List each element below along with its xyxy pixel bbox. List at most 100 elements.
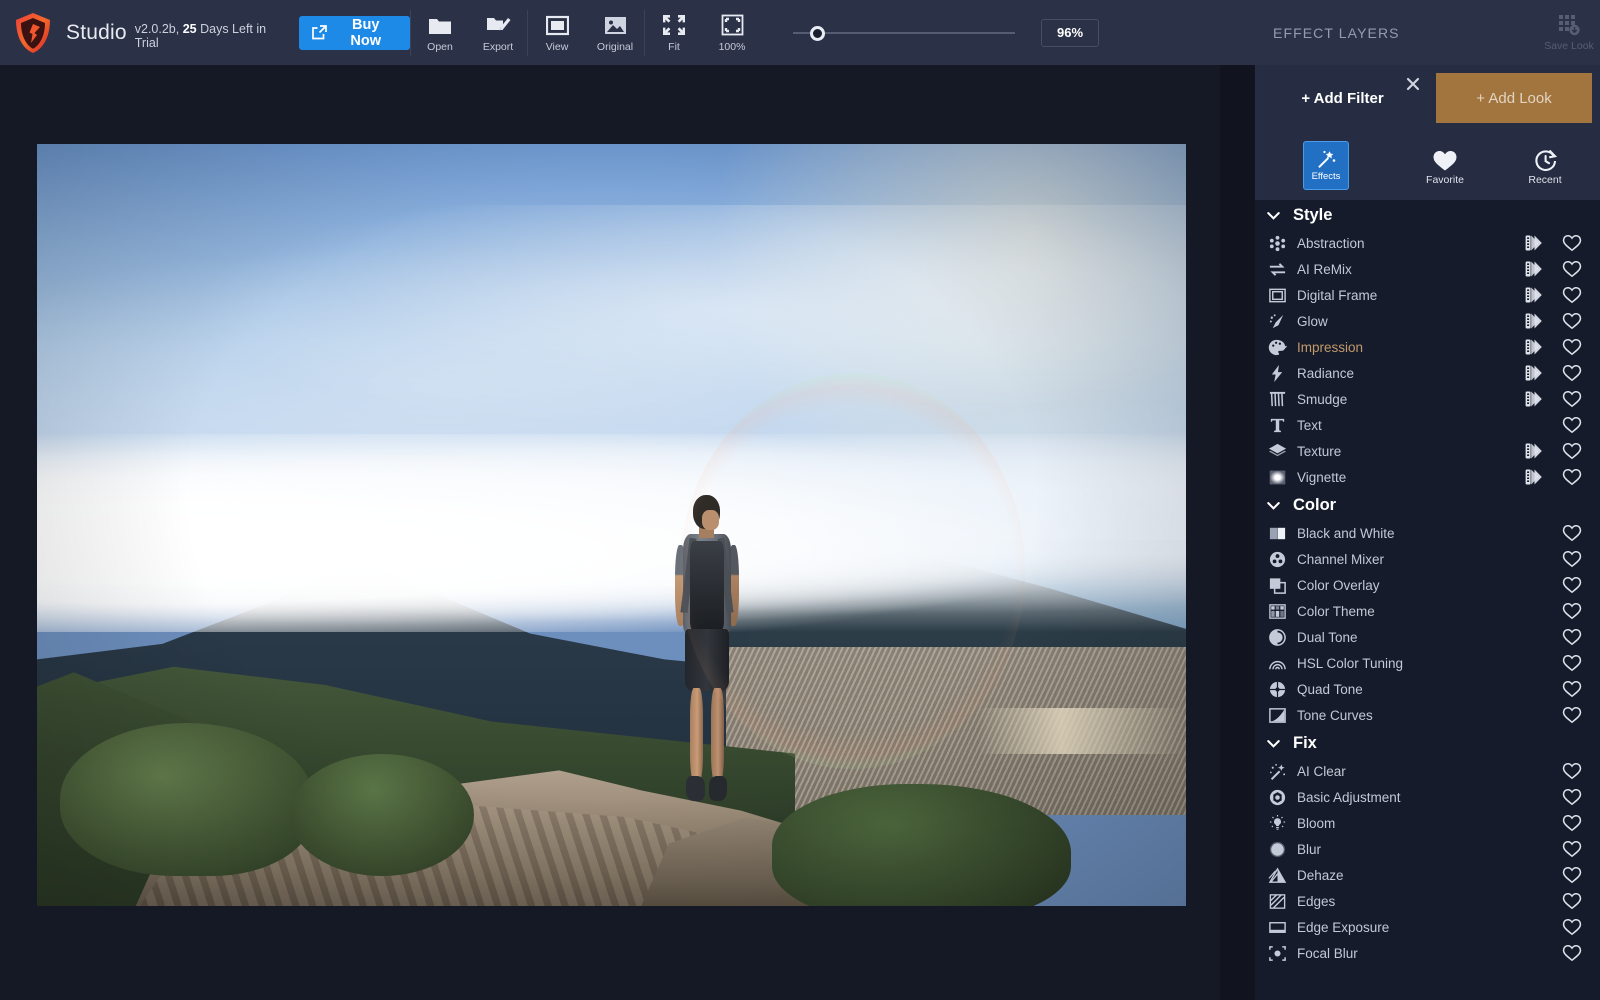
effect-item-black-and-white[interactable]: Black and White (1255, 520, 1600, 546)
zoom-level-value[interactable]: 96% (1041, 19, 1099, 47)
zoom-slider-thumb[interactable] (810, 26, 825, 41)
effect-item-tone-curves[interactable]: Tone Curves (1255, 702, 1600, 728)
favorite-heart-icon[interactable] (1562, 442, 1582, 460)
app-version: v2.0.2b, (135, 22, 179, 36)
favorite-heart-icon[interactable] (1562, 762, 1582, 780)
presets-icon[interactable] (1524, 312, 1544, 330)
effect-item-color-overlay[interactable]: Color Overlay (1255, 572, 1600, 598)
effect-item-text[interactable]: Text (1255, 412, 1600, 438)
add-look-label: + Add Look (1476, 90, 1551, 107)
effect-item-smudge[interactable]: Smudge (1255, 386, 1600, 412)
export-button[interactable]: Export (469, 3, 527, 63)
effect-item-focal-blur[interactable]: Focal Blur (1255, 940, 1600, 966)
effect-item-digital-frame[interactable]: Digital Frame (1255, 282, 1600, 308)
effect-item-ai-remix[interactable]: AI ReMix (1255, 256, 1600, 282)
effect-item-edges[interactable]: Edges (1255, 888, 1600, 914)
effect-item-label: Black and White (1297, 526, 1395, 541)
effects-list[interactable]: Style Abstraction AI ReMixDigital FrameGlo… (1255, 200, 1600, 1000)
favorite-heart-icon[interactable] (1562, 234, 1582, 252)
effect-item-dehaze[interactable]: Dehaze (1255, 862, 1600, 888)
favorite-heart-icon[interactable] (1562, 706, 1582, 724)
favorite-heart-icon[interactable] (1562, 628, 1582, 646)
presets-icon[interactable] (1524, 234, 1544, 252)
effect-item-label: Channel Mixer (1297, 552, 1384, 567)
favorite-heart-icon[interactable] (1562, 390, 1582, 408)
open-button[interactable]: Open (411, 3, 469, 63)
effect-item-blur[interactable]: Blur (1255, 836, 1600, 862)
close-icon[interactable] (1403, 74, 1423, 94)
presets-icon[interactable] (1524, 442, 1544, 460)
effect-item-vignette[interactable]: Vignette (1255, 464, 1600, 490)
add-look-button[interactable]: + Add Look (1436, 73, 1592, 123)
effect-item-label: Abstraction (1297, 236, 1365, 251)
favorite-heart-icon[interactable] (1562, 892, 1582, 910)
favorite-heart-icon[interactable] (1562, 680, 1582, 698)
original-button[interactable]: Original (586, 3, 644, 63)
favorite-heart-icon[interactable] (1562, 286, 1582, 304)
tab-effects-button[interactable]: Effects (1303, 141, 1349, 190)
effect-item-label: Basic Adjustment (1297, 790, 1401, 805)
preview-photo[interactable] (37, 144, 1186, 906)
favorite-heart-icon[interactable] (1562, 468, 1582, 486)
chevron-down-icon (1265, 497, 1282, 514)
favorite-heart-icon[interactable] (1562, 866, 1582, 884)
effect-item-color-theme[interactable]: Color Theme (1255, 598, 1600, 624)
effect-group-header-color[interactable]: Color (1255, 490, 1600, 520)
effect-item-label: Color Overlay (1297, 578, 1380, 593)
effect-group-header-fix[interactable]: Fix (1255, 728, 1600, 758)
actual-size-button[interactable]: 100% (703, 3, 761, 63)
favorite-heart-icon[interactable] (1562, 840, 1582, 858)
favorite-heart-icon[interactable] (1562, 550, 1582, 568)
presets-icon[interactable] (1524, 260, 1544, 278)
zoom-slider[interactable] (775, 23, 1025, 43)
effect-item-bloom[interactable]: Bloom (1255, 810, 1600, 836)
favorite-heart-icon[interactable] (1562, 312, 1582, 330)
effect-item-ai-clear[interactable]: AI Clear (1255, 758, 1600, 784)
presets-icon[interactable] (1524, 468, 1544, 486)
panel-actions: + Add Filter + Add Look (1255, 65, 1600, 200)
effect-group-title: Style (1293, 206, 1332, 225)
effect-item-dual-tone[interactable]: Dual Tone (1255, 624, 1600, 650)
favorite-heart-icon[interactable] (1562, 788, 1582, 806)
presets-icon[interactable] (1524, 286, 1544, 304)
effect-item-label: Radiance (1297, 366, 1354, 381)
effect-item-label: Impression (1297, 340, 1363, 355)
buy-now-button[interactable]: Buy Now (299, 16, 410, 50)
fit-button[interactable]: Fit (645, 3, 703, 63)
favorite-heart-icon[interactable] (1562, 602, 1582, 620)
favorite-heart-icon[interactable] (1562, 524, 1582, 542)
favorite-heart-icon[interactable] (1562, 944, 1582, 962)
effect-item-channel-mixer[interactable]: Channel Mixer (1255, 546, 1600, 572)
shield-logo-icon[interactable] (12, 11, 54, 55)
effect-item-glow[interactable]: Glow (1255, 308, 1600, 334)
tab-recent[interactable]: Recent (1495, 133, 1595, 197)
effect-group-header-style[interactable]: Style (1255, 200, 1600, 230)
favorite-heart-icon[interactable] (1562, 260, 1582, 278)
effect-item-abstraction[interactable]: Abstraction (1255, 230, 1600, 256)
effect-item-basic-adjustment[interactable]: Basic Adjustment (1255, 784, 1600, 810)
presets-icon[interactable] (1524, 390, 1544, 408)
favorite-heart-icon[interactable] (1562, 814, 1582, 832)
save-look-button[interactable]: Save Look (1538, 3, 1600, 63)
favorite-heart-icon[interactable] (1562, 654, 1582, 672)
favorite-heart-icon[interactable] (1562, 338, 1582, 356)
favorite-heart-icon[interactable] (1562, 416, 1582, 434)
favorite-heart-icon[interactable] (1562, 918, 1582, 936)
presets-icon[interactable] (1524, 364, 1544, 382)
presets-icon[interactable] (1524, 338, 1544, 356)
effect-item-radiance[interactable]: Radiance (1255, 360, 1600, 386)
image-canvas[interactable] (0, 65, 1220, 1000)
effect-item-edge-exposure[interactable]: Edge Exposure (1255, 914, 1600, 940)
effect-item-texture[interactable]: Texture (1255, 438, 1600, 464)
edge-exposure-icon (1267, 917, 1287, 937)
favorite-heart-icon[interactable] (1562, 364, 1582, 382)
effect-item-hsl-color-tuning[interactable]: HSL Color Tuning (1255, 650, 1600, 676)
channel-mixer-icon (1267, 549, 1287, 569)
favorite-heart-icon[interactable] (1562, 576, 1582, 594)
effect-item-quad-tone[interactable]: Quad Tone (1255, 676, 1600, 702)
tab-favorite[interactable]: Favorite (1395, 133, 1495, 197)
effect-item-impression[interactable]: Impression (1255, 334, 1600, 360)
tab-effects[interactable]: Effects (1255, 133, 1395, 197)
view-button[interactable]: View (528, 3, 586, 63)
effect-item-label: Texture (1297, 444, 1341, 459)
